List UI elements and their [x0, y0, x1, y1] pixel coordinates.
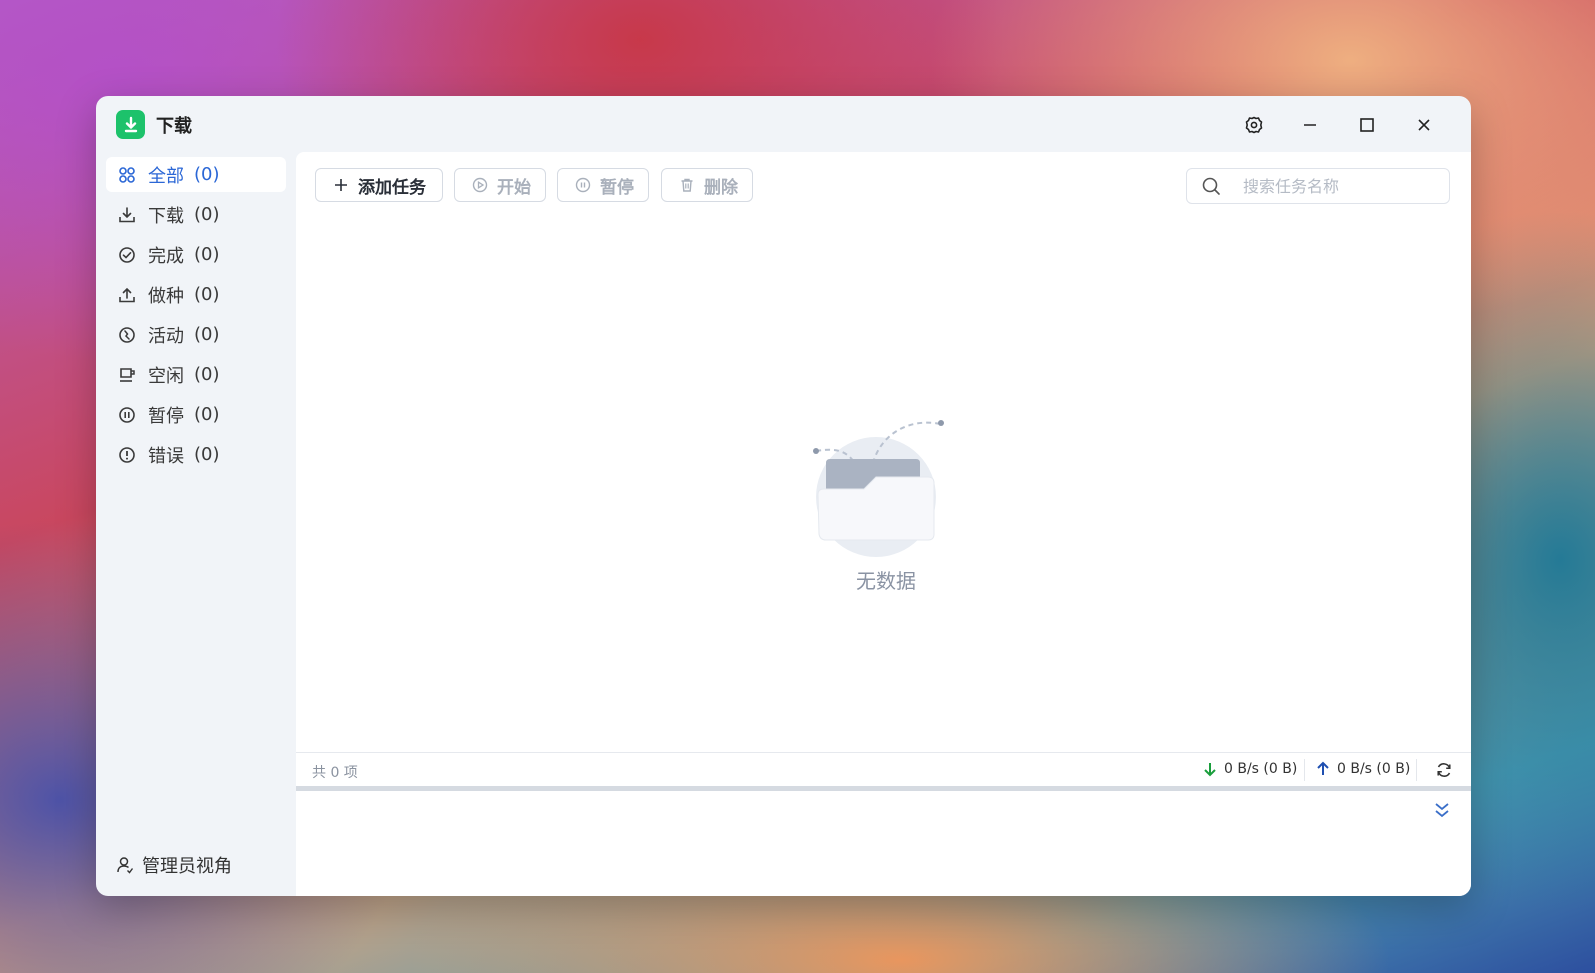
- plus-icon: [332, 176, 350, 194]
- divider: [1304, 759, 1305, 781]
- sidebar-item-count: (0): [194, 444, 220, 465]
- sidebar-item-seeding[interactable]: 做种 (0): [106, 277, 286, 312]
- sidebar-item-count: (0): [194, 324, 220, 345]
- check-circle-icon: [116, 244, 138, 266]
- search-input[interactable]: [1241, 175, 1425, 197]
- pause-circle-icon: [116, 404, 138, 426]
- download-window: 下载 全部 (0) 下载 (0) 完成 (0) 做种 (0) 活动 (0) 空闲…: [96, 96, 1471, 896]
- maximize-button[interactable]: [1352, 110, 1382, 140]
- error-circle-icon: [116, 444, 138, 466]
- sidebar-item-count: (0): [194, 164, 220, 185]
- minimize-button[interactable]: [1295, 110, 1325, 140]
- upload-speed-text: 0 B/s (0 B): [1337, 761, 1411, 777]
- download-speed-text: 0 B/s (0 B): [1224, 761, 1298, 777]
- sidebar-item-label: 做种: [148, 285, 184, 307]
- sidebar-item-label: 暂停: [148, 405, 184, 427]
- empty-state-text: 无数据: [856, 569, 916, 593]
- delete-button[interactable]: 删除: [661, 168, 753, 202]
- sidebar-item-count: (0): [194, 204, 220, 225]
- divider: [1416, 759, 1417, 781]
- empty-state: 无数据: [796, 397, 976, 597]
- panel-divider[interactable]: [296, 786, 1471, 791]
- sidebar-item-label: 错误: [148, 445, 184, 467]
- close-icon: [1418, 119, 1430, 131]
- add-task-button[interactable]: 添加任务: [315, 168, 443, 202]
- refresh-button[interactable]: [1434, 760, 1454, 780]
- minimize-icon: [1304, 124, 1316, 126]
- app-title: 下载: [156, 116, 192, 137]
- gear-icon: [1245, 116, 1263, 134]
- settings-button[interactable]: [1239, 110, 1269, 140]
- total-count: 共 0 项: [312, 765, 358, 781]
- double-chevron-down-icon: [1435, 803, 1449, 818]
- download-speed: 0 B/s (0 B): [1202, 761, 1297, 777]
- play-circle-icon: [471, 176, 489, 194]
- pause-circle-icon: [574, 176, 592, 194]
- arrow-up-icon: [1315, 761, 1331, 777]
- arrow-down-icon: [1202, 761, 1218, 777]
- download-icon: [116, 204, 138, 226]
- sidebar-item-count: (0): [194, 404, 220, 425]
- sidebar-item-count: (0): [194, 244, 220, 265]
- refresh-icon: [1437, 763, 1451, 777]
- app-logo-icon: [116, 110, 145, 139]
- empty-folder-icon: [813, 420, 944, 557]
- sidebar-item-label: 空闲: [148, 365, 184, 387]
- sidebar: 全部 (0) 下载 (0) 完成 (0) 做种 (0) 活动 (0) 空闲 (0…: [96, 152, 296, 896]
- pause-label: 暂停: [600, 177, 634, 198]
- sidebar-item-error[interactable]: 错误 (0): [106, 437, 286, 472]
- main-panel: 添加任务 开始 暂停 删除 搜索任务名称 无数据 共 0 项 0 B/s (0 …: [296, 152, 1471, 896]
- upload-speed: 0 B/s (0 B): [1315, 761, 1410, 777]
- title-bar: 下载: [96, 96, 1471, 152]
- user-icon: [116, 854, 138, 876]
- sidebar-item-paused[interactable]: 暂停 (0): [106, 397, 286, 432]
- sidebar-item-download[interactable]: 下载 (0): [106, 197, 286, 232]
- activity-icon: [116, 324, 138, 346]
- sidebar-item-label: 活动: [148, 325, 184, 347]
- trash-icon: [678, 176, 696, 194]
- cup-icon: [116, 364, 138, 386]
- search-box[interactable]: [1186, 168, 1450, 204]
- start-label: 开始: [497, 177, 531, 198]
- delete-label: 删除: [704, 177, 738, 198]
- search-icon: [1201, 175, 1223, 197]
- admin-view-button[interactable]: 管理员视角: [116, 852, 232, 878]
- expand-panel-button[interactable]: [1432, 800, 1452, 820]
- start-button[interactable]: 开始: [454, 168, 546, 202]
- sidebar-item-all[interactable]: 全部 (0): [106, 157, 286, 192]
- upload-icon: [116, 284, 138, 306]
- sidebar-item-completed[interactable]: 完成 (0): [106, 237, 286, 272]
- sidebar-item-label: 完成: [148, 245, 184, 267]
- grid-icon: [116, 164, 138, 186]
- sidebar-item-count: (0): [194, 364, 220, 385]
- pause-button[interactable]: 暂停: [557, 168, 649, 202]
- sidebar-item-label: 全部: [148, 165, 184, 187]
- close-button[interactable]: [1409, 110, 1439, 140]
- add-task-label: 添加任务: [358, 177, 426, 198]
- admin-view-label: 管理员视角: [142, 856, 232, 877]
- maximize-icon: [1360, 118, 1374, 132]
- sidebar-item-count: (0): [194, 284, 220, 305]
- status-bar: 共 0 项 0 B/s (0 B) 0 B/s (0 B): [296, 752, 1471, 786]
- sidebar-item-label: 下载: [148, 205, 184, 227]
- sidebar-item-idle[interactable]: 空闲 (0): [106, 357, 286, 392]
- sidebar-item-active[interactable]: 活动 (0): [106, 317, 286, 352]
